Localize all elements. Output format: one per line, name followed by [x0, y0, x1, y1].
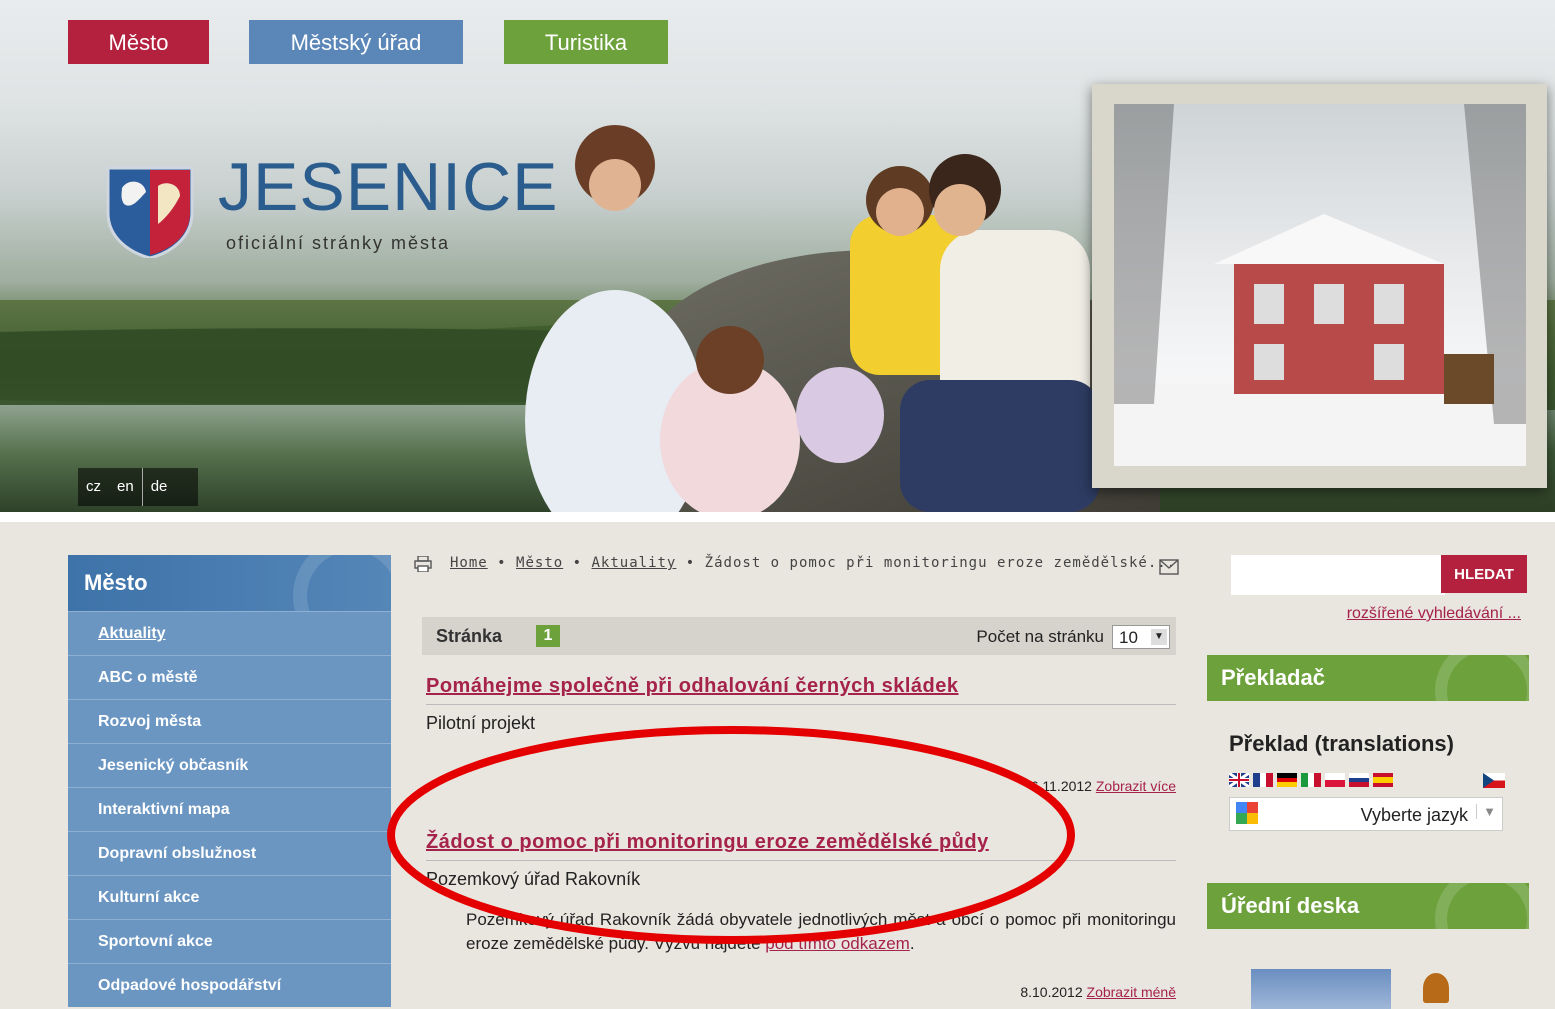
news-item: Pomáhejme společně při odhalování černýc… [426, 675, 1176, 794]
nav-mestsky-urad[interactable]: Městský úřad [249, 20, 463, 64]
advanced-search-link[interactable]: rozšířené vyhledávání ... [1347, 605, 1521, 623]
lang-en[interactable]: en [109, 468, 142, 506]
site-subtitle: oficiální stránky města [226, 233, 451, 253]
breadcrumb: Home • Město • Aktuality • Žádost o pomo… [414, 555, 1179, 575]
per-page-select[interactable]: 10 ▼ [1112, 625, 1170, 649]
news-subtitle: Pozemkový úřad Rakovník [426, 869, 641, 889]
per-page-label: Počet na stránku [976, 627, 1104, 646]
news-body-link[interactable]: pod tímto odkazem [765, 934, 910, 953]
lang-cz[interactable]: cz [78, 468, 109, 506]
translator-title: Překlad (translations) [1229, 731, 1454, 756]
mail-icon[interactable] [1159, 559, 1179, 575]
search-button[interactable]: HLEDAT [1441, 555, 1527, 593]
news-subtitle: Pilotní projekt [426, 713, 536, 733]
news-body-end: . [909, 934, 915, 953]
sidebar-item-sport[interactable]: Sportovní akce [68, 919, 391, 963]
winter-house-photo [1114, 104, 1526, 466]
nav-mesto[interactable]: Město [68, 20, 209, 64]
board-header: Úřední deska [1207, 883, 1529, 929]
flag-list [1229, 773, 1393, 787]
pager-label: Stránka [436, 626, 503, 646]
news-title[interactable]: Žádost o pomoc při monitoringu eroze zem… [426, 831, 1176, 861]
flag-cz-icon[interactable] [1483, 773, 1505, 788]
sidebar-item-kultura[interactable]: Kulturní akce [68, 875, 391, 919]
search-input[interactable] [1231, 555, 1445, 595]
breadcrumb-current: Žádost o pomoc při monitoringu eroze zem… [704, 555, 1177, 571]
nav-turistika[interactable]: Turistika [504, 20, 668, 64]
news-meta: 8.10.2012 Zobrazit méně [426, 984, 1176, 1000]
translator-header: Překladač [1207, 655, 1529, 701]
content-area: Město Aktuality ABC o městě Rozvoj města… [0, 512, 1555, 1009]
board-thumbnail[interactable] [1251, 969, 1391, 1009]
sidebar-item-abc[interactable]: ABC o městě [68, 655, 391, 699]
sidebar-item-aktuality[interactable]: Aktuality [68, 611, 391, 655]
pager-bar: Stránka 1 Počet na stránku 10 ▼ [422, 617, 1176, 655]
sidebar-item-odpady[interactable]: Odpadové hospodářství [68, 963, 391, 1007]
sidebar-header: Město [68, 555, 391, 611]
chevron-down-icon[interactable]: ▼ [1476, 804, 1496, 819]
flag-fr-icon[interactable] [1253, 773, 1273, 787]
news-date: 6.11.2012 [1030, 778, 1092, 794]
language-select-value: Vyberte jazyk [1360, 805, 1468, 825]
language-select[interactable]: Vyberte jazyk ▼ [1229, 797, 1503, 831]
flag-es-icon[interactable] [1373, 773, 1393, 787]
sidebar: Město Aktuality ABC o městě Rozvoj města… [68, 555, 391, 1007]
news-title[interactable]: Pomáhejme společně při odhalování černýc… [426, 675, 1176, 705]
google-translate-icon [1236, 802, 1258, 824]
breadcrumb-sep: • [497, 555, 507, 571]
news-item: Žádost o pomoc při monitoringu eroze zem… [426, 831, 1176, 1000]
family-photo [525, 125, 1100, 512]
news-date: 8.10.2012 [1020, 984, 1083, 1000]
main-content: Home • Město • Aktuality • Žádost o pomo… [414, 555, 1179, 1000]
flag-de-icon[interactable] [1277, 773, 1297, 787]
news-body: Pozemkový úřad Rakovník žádá obyvatele j… [466, 908, 1176, 956]
news-more-link[interactable]: Zobrazit více [1096, 778, 1176, 794]
winter-photo-frame [1092, 84, 1547, 488]
sidebar-item-mapa[interactable]: Interaktivní mapa [68, 787, 391, 831]
pager-page-1[interactable]: 1 [536, 625, 560, 647]
chevron-down-icon[interactable]: ▼ [1151, 629, 1167, 645]
flag-it-icon[interactable] [1301, 773, 1321, 787]
per-page-value: 10 [1119, 628, 1138, 647]
news-less-link[interactable]: Zobrazit méně [1087, 984, 1176, 1000]
language-switcher: cz en de [78, 468, 198, 506]
sidebar-item-rozvoj[interactable]: Rozvoj města [68, 699, 391, 743]
breadcrumb-sep: • [685, 555, 696, 571]
breadcrumb-mesto[interactable]: Město [516, 555, 563, 571]
breadcrumb-sep: • [572, 555, 583, 571]
header-banner: Město Městský úřad Turistika JESENICE of… [0, 0, 1555, 512]
sidebar-item-doprava[interactable]: Dopravní obslužnost [68, 831, 391, 875]
news-meta: 6.11.2012 Zobrazit více [426, 778, 1176, 794]
lang-de[interactable]: de [141, 468, 176, 506]
city-crest-icon[interactable] [100, 158, 200, 258]
print-icon[interactable] [414, 556, 432, 572]
sidebar-item-obcasnik[interactable]: Jesenický občasník [68, 743, 391, 787]
flag-pl-icon[interactable] [1325, 773, 1345, 787]
breadcrumb-aktuality[interactable]: Aktuality [592, 555, 677, 571]
flag-ru-icon[interactable] [1349, 773, 1369, 787]
breadcrumb-home[interactable]: Home [450, 555, 488, 571]
flag-gb-icon[interactable] [1229, 773, 1249, 787]
site-title: JESENICE [218, 149, 559, 225]
